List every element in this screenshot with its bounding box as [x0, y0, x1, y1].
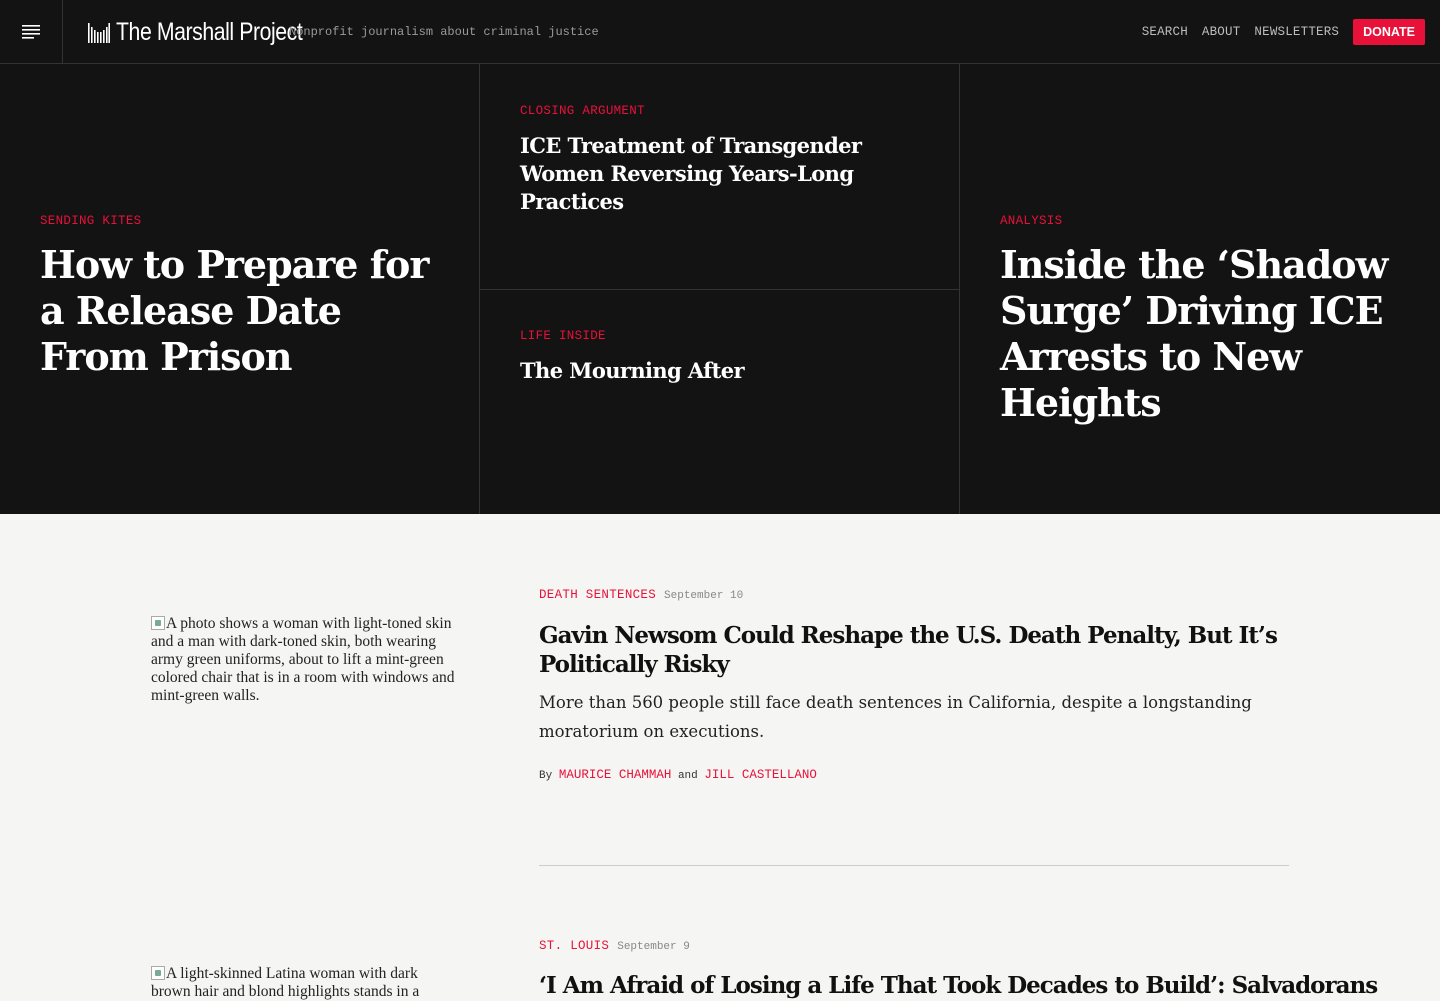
author-link[interactable]: MAURICE CHAMMAH — [559, 768, 672, 782]
story-card: ST. LOUIS September 9 ‘I Am Afraid of Lo… — [539, 939, 1378, 1000]
main-nav: SEARCH ABOUT NEWSLETTERS DONATE — [1142, 17, 1425, 46]
story-kicker[interactable]: DEATH SENTENCES — [539, 588, 656, 602]
nav-about-link[interactable]: ABOUT — [1202, 25, 1241, 39]
image-alt-text: A photo shows a woman with light-toned s… — [151, 615, 455, 704]
menu-button[interactable] — [0, 0, 63, 63]
story-headline[interactable]: Inside the ‘Shadow Surge’ Driving ICE Ar… — [1000, 242, 1420, 426]
story-dek: More than 560 people still face death se… — [539, 693, 1252, 741]
site-tagline: Nonprofit journalism about criminal just… — [289, 25, 599, 39]
hero-story-middle-top[interactable]: CLOSING ARGUMENT ICE Treatment of Transg… — [480, 64, 959, 290]
broken-image-icon — [151, 616, 165, 630]
story-kicker[interactable]: ANALYSIS — [1000, 214, 1062, 228]
story-headline[interactable]: ICE Treatment of Transgender Women Rever… — [520, 132, 940, 216]
story-headline[interactable]: The Mourning After — [520, 357, 940, 385]
hamburger-menu-icon — [22, 24, 40, 39]
story-meta: DEATH SENTENCES September 10 — [539, 588, 1289, 602]
story-date: September 10 — [664, 590, 744, 602]
story-kicker[interactable]: LIFE INSIDE — [520, 329, 606, 343]
story-kicker[interactable]: ST. LOUIS — [539, 939, 609, 953]
story-kicker[interactable]: SENDING KITES — [40, 214, 141, 228]
story-kicker[interactable]: CLOSING ARGUMENT — [520, 104, 645, 118]
hero-middle-column: CLOSING ARGUMENT ICE Treatment of Transg… — [480, 64, 960, 514]
nav-newsletters-link[interactable]: NEWSLETTERS — [1254, 25, 1339, 39]
hero-story-left[interactable]: SENDING KITES How to Prepare for a Relea… — [0, 64, 480, 514]
story-headline[interactable]: Gavin Newsom Could Reshape the U.S. Deat… — [539, 621, 1289, 679]
logo-text: The Marshall Project — [116, 17, 303, 46]
image-alt-text: A light-skinned Latina woman with dark b… — [151, 965, 420, 1000]
story-divider — [539, 865, 1289, 866]
story-byline: By MAURICE CHAMMAH and JILL CASTELLANO — [539, 768, 1289, 782]
hero-section: SENDING KITES How to Prepare for a Relea… — [0, 64, 1440, 514]
author-link[interactable]: JILL CASTELLANO — [704, 768, 817, 782]
top-bar: The Marshall Project Nonprofit journalis… — [0, 0, 1440, 64]
story-headline[interactable]: ‘I Am Afraid of Losing a Life That Took … — [539, 971, 1378, 1000]
donate-button[interactable]: DONATE — [1353, 18, 1425, 45]
story-meta: ST. LOUIS September 9 — [539, 939, 1289, 953]
hero-story-right[interactable]: ANALYSIS Inside the ‘Shadow Surge’ Drivi… — [960, 64, 1440, 514]
story-image[interactable]: A light-skinned Latina woman with dark b… — [151, 965, 456, 1001]
story-headline[interactable]: How to Prepare for a Release Date From P… — [40, 242, 440, 380]
byline-prefix: By — [539, 770, 553, 782]
story-image[interactable]: A photo shows a woman with light-toned s… — [151, 615, 456, 705]
byline-join: and — [677, 770, 698, 782]
nav-search-link[interactable]: SEARCH — [1142, 25, 1188, 39]
story-date: September 9 — [617, 941, 690, 953]
hero-story-middle-bottom[interactable]: LIFE INSIDE The Mourning After — [480, 290, 959, 514]
broken-image-icon — [151, 966, 165, 980]
logo-bars-icon — [88, 23, 110, 43]
story-card: DEATH SENTENCES September 10 Gavin Newso… — [539, 588, 1289, 782]
